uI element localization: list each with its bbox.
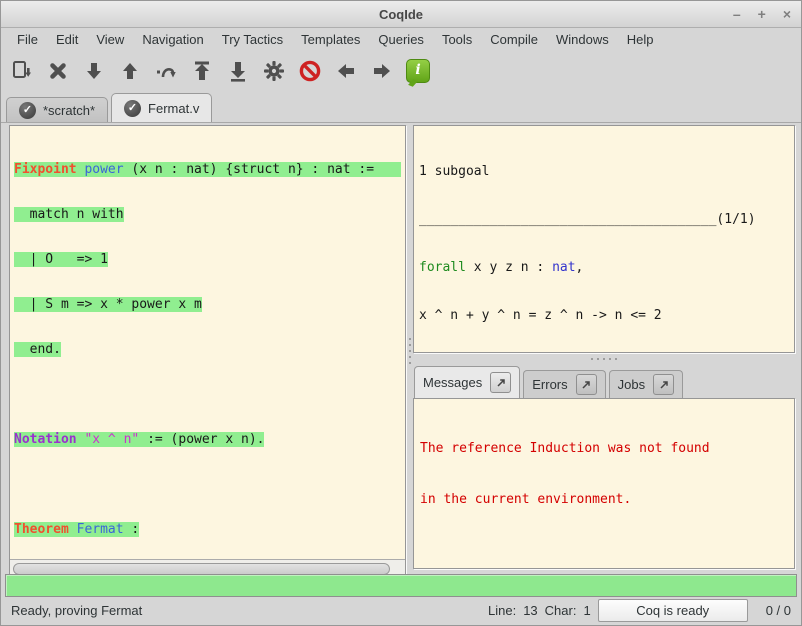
subgoal-count: 1 subgoal (419, 164, 789, 180)
code-line: Fixpoint power (x n : nat) {struct n} : … (14, 162, 401, 177)
detach-button[interactable] (653, 374, 674, 395)
restart-button[interactable] (187, 56, 217, 86)
menu-item-templates[interactable]: Templates (292, 29, 369, 50)
arrow-right-icon (370, 59, 394, 83)
checkmark-icon: ✓ (19, 102, 36, 119)
tab-fermat[interactable]: ✓ Fermat.v (111, 93, 212, 122)
code-line: | S m => x * power x m (14, 297, 401, 312)
goal-line: forall x y z n : nat, (419, 260, 789, 276)
next-occurrence-button[interactable] (367, 56, 397, 86)
code-line (14, 387, 401, 402)
go-to-end-button[interactable] (223, 56, 253, 86)
menu-item-file[interactable]: File (8, 29, 47, 50)
title-bar[interactable]: CoqIde – + × (1, 1, 801, 28)
window-title: CoqIde (379, 7, 423, 22)
tab-label: Errors (532, 377, 567, 392)
code-line: Notation "x ^ n" := (power x n). (14, 432, 401, 447)
coq-state-indicator: Coq is ready (598, 599, 748, 622)
forward-one-step-button[interactable] (79, 56, 109, 86)
scrollbar-thumb[interactable] (13, 563, 390, 575)
arrow-up-to-bar-icon (190, 59, 214, 83)
toolbar: i (1, 51, 801, 91)
goal-pane[interactable]: 1 subgoal ______________________________… (413, 125, 795, 353)
horizontal-splitter[interactable] (413, 353, 795, 365)
detach-button[interactable] (576, 374, 597, 395)
char-label: Char: (545, 603, 577, 618)
backward-one-step-button[interactable] (115, 56, 145, 86)
close-icon (46, 59, 70, 83)
gear-icon (262, 59, 286, 83)
arrow-up-icon (118, 59, 142, 83)
save-icon (10, 59, 34, 83)
document-tab-bar: ✓ *scratch* ✓ Fermat.v (1, 91, 801, 123)
tab-messages[interactable]: Messages (414, 366, 520, 398)
line-label: Line: (488, 603, 516, 618)
code-line: Theorem Fermat : (14, 522, 401, 537)
minimize-button[interactable]: – (733, 6, 741, 22)
arrow-down-icon (82, 59, 106, 83)
menu-item-windows[interactable]: Windows (547, 29, 618, 50)
close-button[interactable]: × (783, 6, 791, 22)
tab-errors[interactable]: Errors (523, 370, 605, 398)
char-value: 1 (583, 603, 590, 618)
info-icon: i (406, 59, 430, 83)
menu-item-compile[interactable]: Compile (481, 29, 547, 50)
menu-item-tools[interactable]: Tools (433, 29, 481, 50)
menu-item-queries[interactable]: Queries (369, 29, 433, 50)
close-buffer-button[interactable] (43, 56, 73, 86)
menu-item-try-tactics[interactable]: Try Tactics (213, 29, 292, 50)
previous-occurrence-button[interactable] (331, 56, 361, 86)
tab-label: Fermat.v (148, 101, 199, 116)
tab-label: Messages (423, 375, 482, 390)
job-counter: 0 / 0 (766, 603, 791, 618)
checkmark-icon: ✓ (124, 100, 141, 117)
menu-item-edit[interactable]: Edit (47, 29, 87, 50)
code-line: | O => 1 (14, 252, 401, 267)
tab-label: *scratch* (43, 103, 95, 118)
goal-separator: ______________________________________(1… (419, 212, 789, 228)
code-line (14, 477, 401, 492)
detach-button[interactable] (490, 372, 511, 393)
tab-label: Jobs (618, 377, 645, 392)
save-button[interactable] (7, 56, 37, 86)
status-bar: Ready, proving Fermat Line: 13 Char: 1 C… (1, 596, 801, 625)
make-button[interactable] (259, 56, 289, 86)
curved-arrow-icon (154, 59, 178, 83)
menu-bar: File Edit View Navigation Try Tactics Te… (1, 28, 801, 51)
tab-jobs[interactable]: Jobs (609, 370, 683, 398)
arrow-down-to-bar-icon (226, 59, 250, 83)
code-editor[interactable]: Fixpoint power (x n : nat) {struct n} : … (10, 126, 405, 560)
code-line: match n with (14, 207, 401, 222)
coqide-window: CoqIde – + × File Edit View Navigation T… (0, 0, 802, 626)
error-message-line: The reference Induction was not found (420, 440, 788, 457)
stop-sign-icon (298, 59, 322, 83)
line-value: 13 (523, 603, 537, 618)
code-editor-pane: Fixpoint power (x n : nat) {struct n} : … (9, 125, 406, 577)
messages-pane[interactable]: The reference Induction was not found in… (413, 398, 795, 569)
go-to-cursor-button[interactable] (151, 56, 181, 86)
menu-item-navigation[interactable]: Navigation (133, 29, 212, 50)
detach-arrow-icon (581, 380, 591, 390)
tab-scratch[interactable]: ✓ *scratch* (6, 97, 108, 122)
code-line: end. (14, 342, 401, 357)
interrupt-button[interactable] (295, 56, 325, 86)
goal-line: x ^ n + y ^ n = z ^ n -> n <= 2 (419, 308, 789, 324)
status-message: Ready, proving Fermat (11, 603, 142, 618)
about-button[interactable]: i (403, 56, 433, 86)
menu-item-help[interactable]: Help (618, 29, 663, 50)
progress-bar (5, 574, 797, 597)
vertical-splitter[interactable] (406, 125, 413, 577)
arrow-left-icon (334, 59, 358, 83)
detach-arrow-icon (496, 378, 506, 388)
detach-arrow-icon (659, 380, 669, 390)
menu-item-view[interactable]: View (87, 29, 133, 50)
error-message-line: in the current environment. (420, 491, 788, 508)
maximize-button[interactable]: + (758, 6, 766, 22)
messages-tab-bar: Messages Errors Jobs (413, 365, 795, 398)
